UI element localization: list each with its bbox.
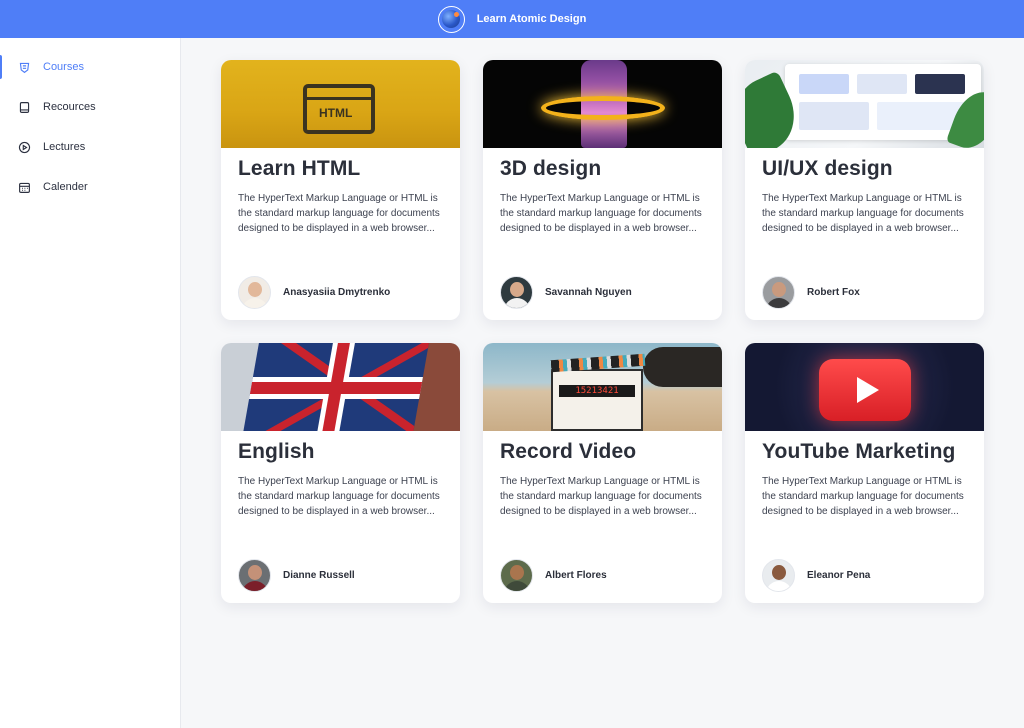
html-thumbnail-label: HTML (319, 106, 353, 120)
course-title: 3D design (500, 157, 602, 180)
play-circle-icon (18, 141, 31, 154)
app-title: Learn Atomic Design (476, 13, 587, 25)
author-name: Anasyasiia Dmytrenko (283, 287, 391, 298)
book-icon (18, 101, 31, 114)
sidebar: Courses Recources Lectures Calender (0, 38, 181, 728)
course-card-english[interactable]: English The HyperText Markup Language or… (221, 343, 460, 603)
course-card-ui-ux-design[interactable]: UI/UX design The HyperText Markup Langua… (745, 60, 984, 320)
author-name: Robert Fox (807, 287, 860, 298)
course-author: Robert Fox (762, 276, 967, 309)
sidebar-item-label: Lectures (43, 141, 86, 153)
course-title: UI/UX design (762, 157, 893, 180)
main-content: HTML Learn HTML The HyperText Markup Lan… (181, 38, 1024, 728)
course-description: The HyperText Markup Language or HTML is… (762, 476, 964, 517)
avatar (762, 276, 795, 309)
3d-hand-ring-image (483, 60, 722, 148)
course-card-3d-design[interactable]: 3D design The HyperText Markup Language … (483, 60, 722, 320)
course-description: The HyperText Markup Language or HTML is… (500, 476, 702, 517)
author-name: Dianne Russell (283, 570, 355, 581)
course-description: The HyperText Markup Language or HTML is… (238, 193, 440, 234)
uk-flag-image (221, 343, 460, 431)
author-name: Savannah Nguyen (545, 287, 632, 298)
avatar (238, 276, 271, 309)
course-title: English (238, 440, 315, 463)
youtube-button-image (745, 343, 984, 431)
author-name: Albert Flores (545, 570, 607, 581)
top-bar: Learn Atomic Design (0, 0, 1024, 38)
avatar (500, 276, 533, 309)
course-card-learn-html[interactable]: HTML Learn HTML The HyperText Markup Lan… (221, 60, 460, 320)
sidebar-item-label: Recources (43, 101, 96, 113)
avatar (238, 559, 271, 592)
clapper-digits: 15213421 (559, 385, 635, 397)
course-description: The HyperText Markup Language or HTML is… (762, 193, 964, 234)
course-author: Dianne Russell (238, 559, 443, 592)
course-card-youtube-marketing[interactable]: YouTube Marketing The HyperText Markup L… (745, 343, 984, 603)
globe-logo-icon (437, 5, 465, 33)
brand[interactable]: Learn Atomic Design (437, 5, 587, 33)
course-title: Learn HTML (238, 157, 361, 180)
sidebar-item-lectures[interactable]: Lectures (0, 135, 180, 159)
sidebar-item-label: Calender (43, 181, 88, 193)
avatar (762, 559, 795, 592)
course-description: The HyperText Markup Language or HTML is… (500, 193, 702, 234)
clapperboard-image: 15213421 (483, 343, 722, 431)
html-window-image: HTML (221, 60, 460, 148)
course-title: YouTube Marketing (762, 440, 956, 463)
course-author: Albert Flores (500, 559, 705, 592)
sidebar-item-recources[interactable]: Recources (0, 95, 180, 119)
course-title: Record Video (500, 440, 637, 463)
avatar (500, 559, 533, 592)
course-author: Eleanor Pena (762, 559, 967, 592)
course-author: Anasyasiia Dmytrenko (238, 276, 443, 309)
course-author: Savannah Nguyen (500, 276, 705, 309)
author-name: Eleanor Pena (807, 570, 871, 581)
calendar-icon (18, 181, 31, 194)
course-grid: HTML Learn HTML The HyperText Markup Lan… (221, 60, 984, 603)
course-card-record-video[interactable]: 15213421 Record Video The HyperText Mark… (483, 343, 722, 603)
ui-dashboard-image (745, 60, 984, 148)
sidebar-item-courses[interactable]: Courses (0, 55, 180, 79)
sidebar-item-label: Courses (43, 61, 84, 73)
courses-icon (18, 61, 31, 74)
course-description: The HyperText Markup Language or HTML is… (238, 476, 440, 517)
sidebar-item-calender[interactable]: Calender (0, 175, 180, 199)
